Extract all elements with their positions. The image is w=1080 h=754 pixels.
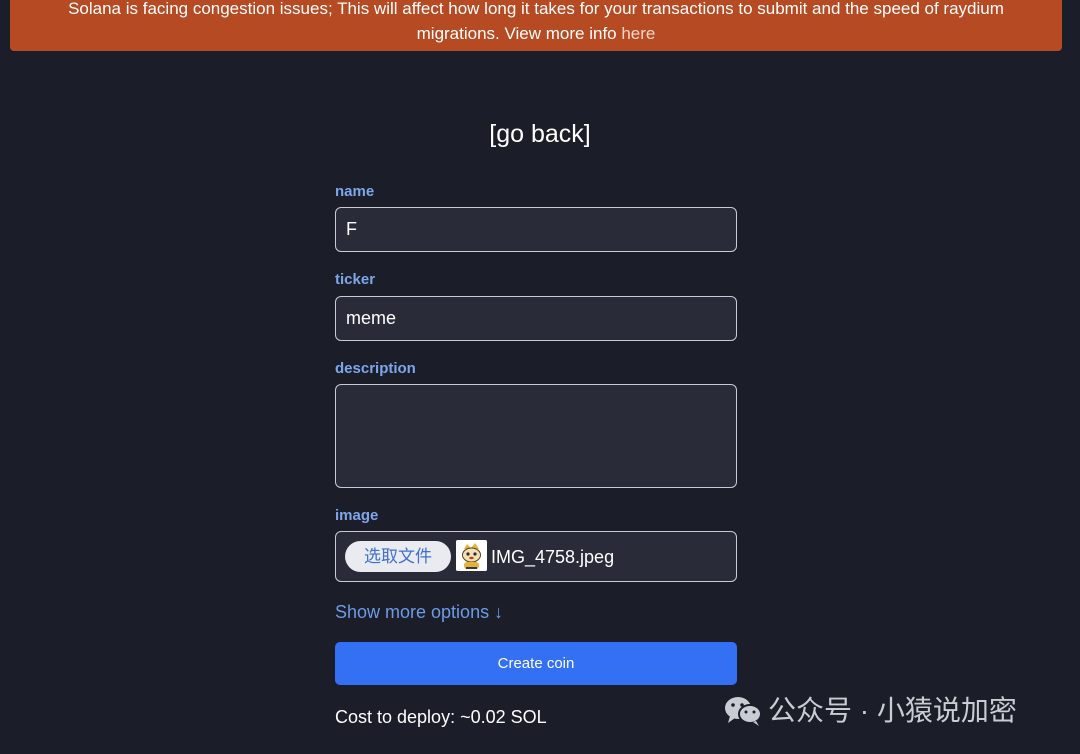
banner-text: migrations. View more info [416,24,622,43]
meme-image-thumbnail-icon [456,540,487,571]
show-more-options-link[interactable]: Show more options ↓ [335,600,503,624]
description-textarea[interactable] [335,384,737,488]
congestion-banner: Solana is facing congestion issues; This… [10,0,1062,51]
description-label: description [335,360,416,377]
deploy-cost-text: Cost to deploy: ~0.02 SOL [335,707,547,727]
ticker-label: ticker [335,271,376,288]
choose-file-button[interactable]: 选取文件 [345,541,451,572]
image-label: image [335,507,379,524]
ticker-input[interactable] [335,296,737,341]
name-label: name [335,183,375,200]
banner-text-line1: Solana is facing congestion issues; This… [68,0,1004,18]
wechat-icon [722,693,764,729]
page: Solana is facing congestion issues; This… [0,0,1080,754]
watermark-text: 公众号 · 小猿说加密 [768,695,1017,726]
wechat-watermark: 公众号 · 小猿说加密 [722,693,1017,729]
image-file-input[interactable]: 选取文件 IMG_4758.jpeg [335,531,737,582]
name-input[interactable] [335,207,737,252]
banner-text-line2: migrations. View more info here [10,21,1062,46]
create-coin-button[interactable]: Create coin [335,642,737,685]
banner-here-link[interactable]: here [621,24,655,43]
go-back-link[interactable]: [go back] [0,118,1080,150]
selected-file-name: IMG_4758.jpeg [491,547,615,567]
